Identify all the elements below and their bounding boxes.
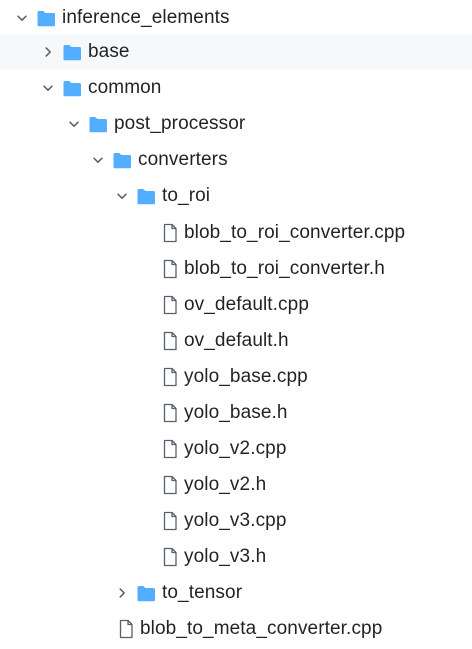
folder-icon	[36, 9, 56, 27]
tree-item-label: yolo_v3.cpp	[184, 510, 287, 531]
tree-row-yolo-v3-h[interactable]: yolo_v3.h	[0, 539, 472, 575]
tree-row-to-roi[interactable]: to_roi	[0, 178, 472, 214]
file-icon	[162, 475, 178, 495]
chevron-right-icon[interactable]	[114, 585, 130, 601]
tree-row-yolo-base-h[interactable]: yolo_base.h	[0, 395, 472, 431]
tree-item-label: common	[88, 77, 162, 98]
tree-item-label: post_processor	[114, 113, 246, 134]
tree-row-converters[interactable]: converters	[0, 142, 472, 178]
tree-row-yolo-base-cpp[interactable]: yolo_base.cpp	[0, 359, 472, 395]
tree-item-label: to_tensor	[162, 582, 243, 603]
tree-row-blob-to-roi-converter-cpp[interactable]: blob_to_roi_converter.cpp	[0, 215, 472, 251]
tree-row-yolo-v2-h[interactable]: yolo_v2.h	[0, 467, 472, 503]
tree-item-label: yolo_v2.cpp	[184, 438, 287, 459]
file-icon	[118, 619, 134, 639]
tree-item-label: yolo_base.h	[184, 402, 288, 423]
tree-item-label: converters	[138, 149, 228, 170]
tree-item-label: yolo_base.cpp	[184, 366, 308, 387]
folder-icon	[112, 151, 132, 169]
tree-item-label: blob_to_meta_converter.cpp	[140, 618, 383, 639]
tree-item-label: base	[88, 41, 130, 62]
tree-item-label: blob_to_roi_converter.cpp	[184, 222, 406, 243]
tree-item-label: blob_to_roi_converter.h	[184, 258, 385, 279]
file-icon	[162, 223, 178, 243]
tree-row-common[interactable]: common	[0, 70, 472, 106]
tree-row-to-tensor[interactable]: to_tensor	[0, 575, 472, 611]
file-icon	[162, 367, 178, 387]
file-icon	[162, 439, 178, 459]
tree-row-ov-default-h[interactable]: ov_default.h	[0, 323, 472, 359]
chevron-down-icon[interactable]	[40, 80, 56, 96]
tree-row-blob-to-meta-converter-cpp[interactable]: blob_to_meta_converter.cpp	[0, 611, 472, 647]
file-icon	[162, 511, 178, 531]
tree-item-label: inference_elements	[62, 7, 230, 28]
folder-icon	[136, 584, 156, 602]
tree-row-ov-default-cpp[interactable]: ov_default.cpp	[0, 287, 472, 323]
tree-item-label: to_roi	[162, 185, 211, 206]
tree-row-inference-elements[interactable]: inference_elements	[0, 0, 472, 36]
tree-row-post-processor[interactable]: post_processor	[0, 106, 472, 142]
tree-row-blob-to-roi-converter-h[interactable]: blob_to_roi_converter.h	[0, 251, 472, 287]
file-icon	[162, 403, 178, 423]
file-icon	[162, 295, 178, 315]
tree-item-label: yolo_v3.h	[184, 546, 267, 567]
folder-icon	[62, 43, 82, 61]
tree-row-yolo-v3-cpp[interactable]: yolo_v3.cpp	[0, 503, 472, 539]
tree-item-label: yolo_v2.h	[184, 474, 267, 495]
file-tree: inference_elements base common post_proc…	[0, 0, 472, 649]
folder-icon	[62, 79, 82, 97]
chevron-down-icon[interactable]	[90, 152, 106, 168]
chevron-down-icon[interactable]	[114, 188, 130, 204]
tree-item-label: ov_default.cpp	[184, 294, 309, 315]
chevron-down-icon[interactable]	[14, 10, 30, 26]
file-icon	[162, 331, 178, 351]
chevron-right-icon[interactable]	[40, 44, 56, 60]
file-icon	[162, 547, 178, 567]
tree-row-base[interactable]: base	[0, 34, 472, 70]
file-icon	[162, 259, 178, 279]
folder-icon	[136, 187, 156, 205]
chevron-down-icon[interactable]	[66, 116, 82, 132]
tree-item-label: ov_default.h	[184, 330, 289, 351]
folder-icon	[88, 115, 108, 133]
tree-row-yolo-v2-cpp[interactable]: yolo_v2.cpp	[0, 431, 472, 467]
